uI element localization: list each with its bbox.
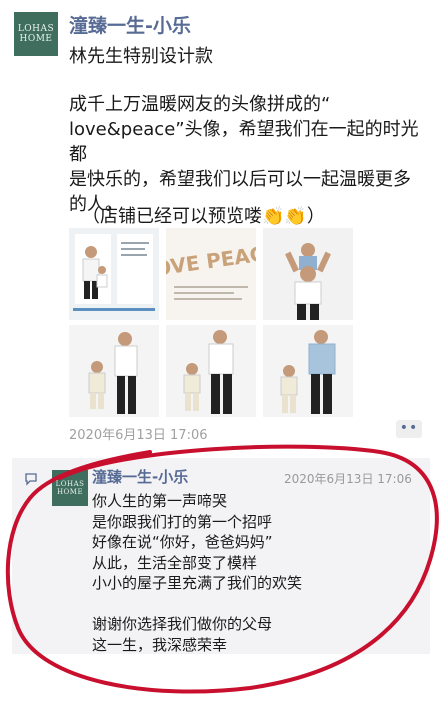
comment-text: 你人生的第一声啼哭 是你跟我们打的第一个招呼 好像在说“你好，爸爸妈妈” 从此，… [92,492,303,654]
photo-thumbnail[interactable] [263,325,353,417]
blue-shirt-family-image [263,325,353,417]
more-options-button[interactable]: •• [396,420,422,438]
avatar-text-line-1: LOHAS [55,480,85,488]
photo-thumbnail[interactable]: LOVE PEACE [166,228,256,320]
comment-timestamp: 2020年6月13日 17:06 [284,472,412,486]
family-photo-image [263,228,353,320]
author-avatar[interactable]: LOHAS HOME [14,12,58,56]
moments-post: LOHAS HOME 潼臻一生-小乐 林先生特别设计款 成千上万温暖网友的头像拼… [0,0,443,707]
post-subtitle: 林先生特别设计款 [69,46,213,67]
photo-thumbnail[interactable] [263,228,353,320]
comment-bubble-icon [25,473,37,486]
preview-note: （店铺已经可以预览喽👏👏） [82,206,325,227]
commenter-name[interactable]: 潼臻一生-小乐 [92,466,188,487]
photo-thumbnail[interactable] [166,325,256,417]
father-son-photo-image [69,325,159,417]
avatar-text-line-2: HOME [56,488,84,496]
avatar-text-line-2: HOME [19,34,53,44]
photo-thumbnail[interactable] [69,228,159,320]
author-name[interactable]: 潼臻一生-小乐 [69,11,191,38]
commenter-avatar[interactable]: LOHAS HOME [52,470,88,506]
father-son-walking-image [166,325,256,417]
avatar-text-line-1: LOHAS [17,24,55,34]
post-timestamp: 2020年6月13日 17:06 [69,428,208,443]
photo-thumbnail[interactable] [69,325,159,417]
post-body: 成千上万温暖网友的头像拼成的“ love&peace”头像，希望我们在一起的时光… [69,94,419,215]
love-peace-print-image: LOVE PEACE [166,228,256,320]
catalog-spread-image [69,228,159,320]
